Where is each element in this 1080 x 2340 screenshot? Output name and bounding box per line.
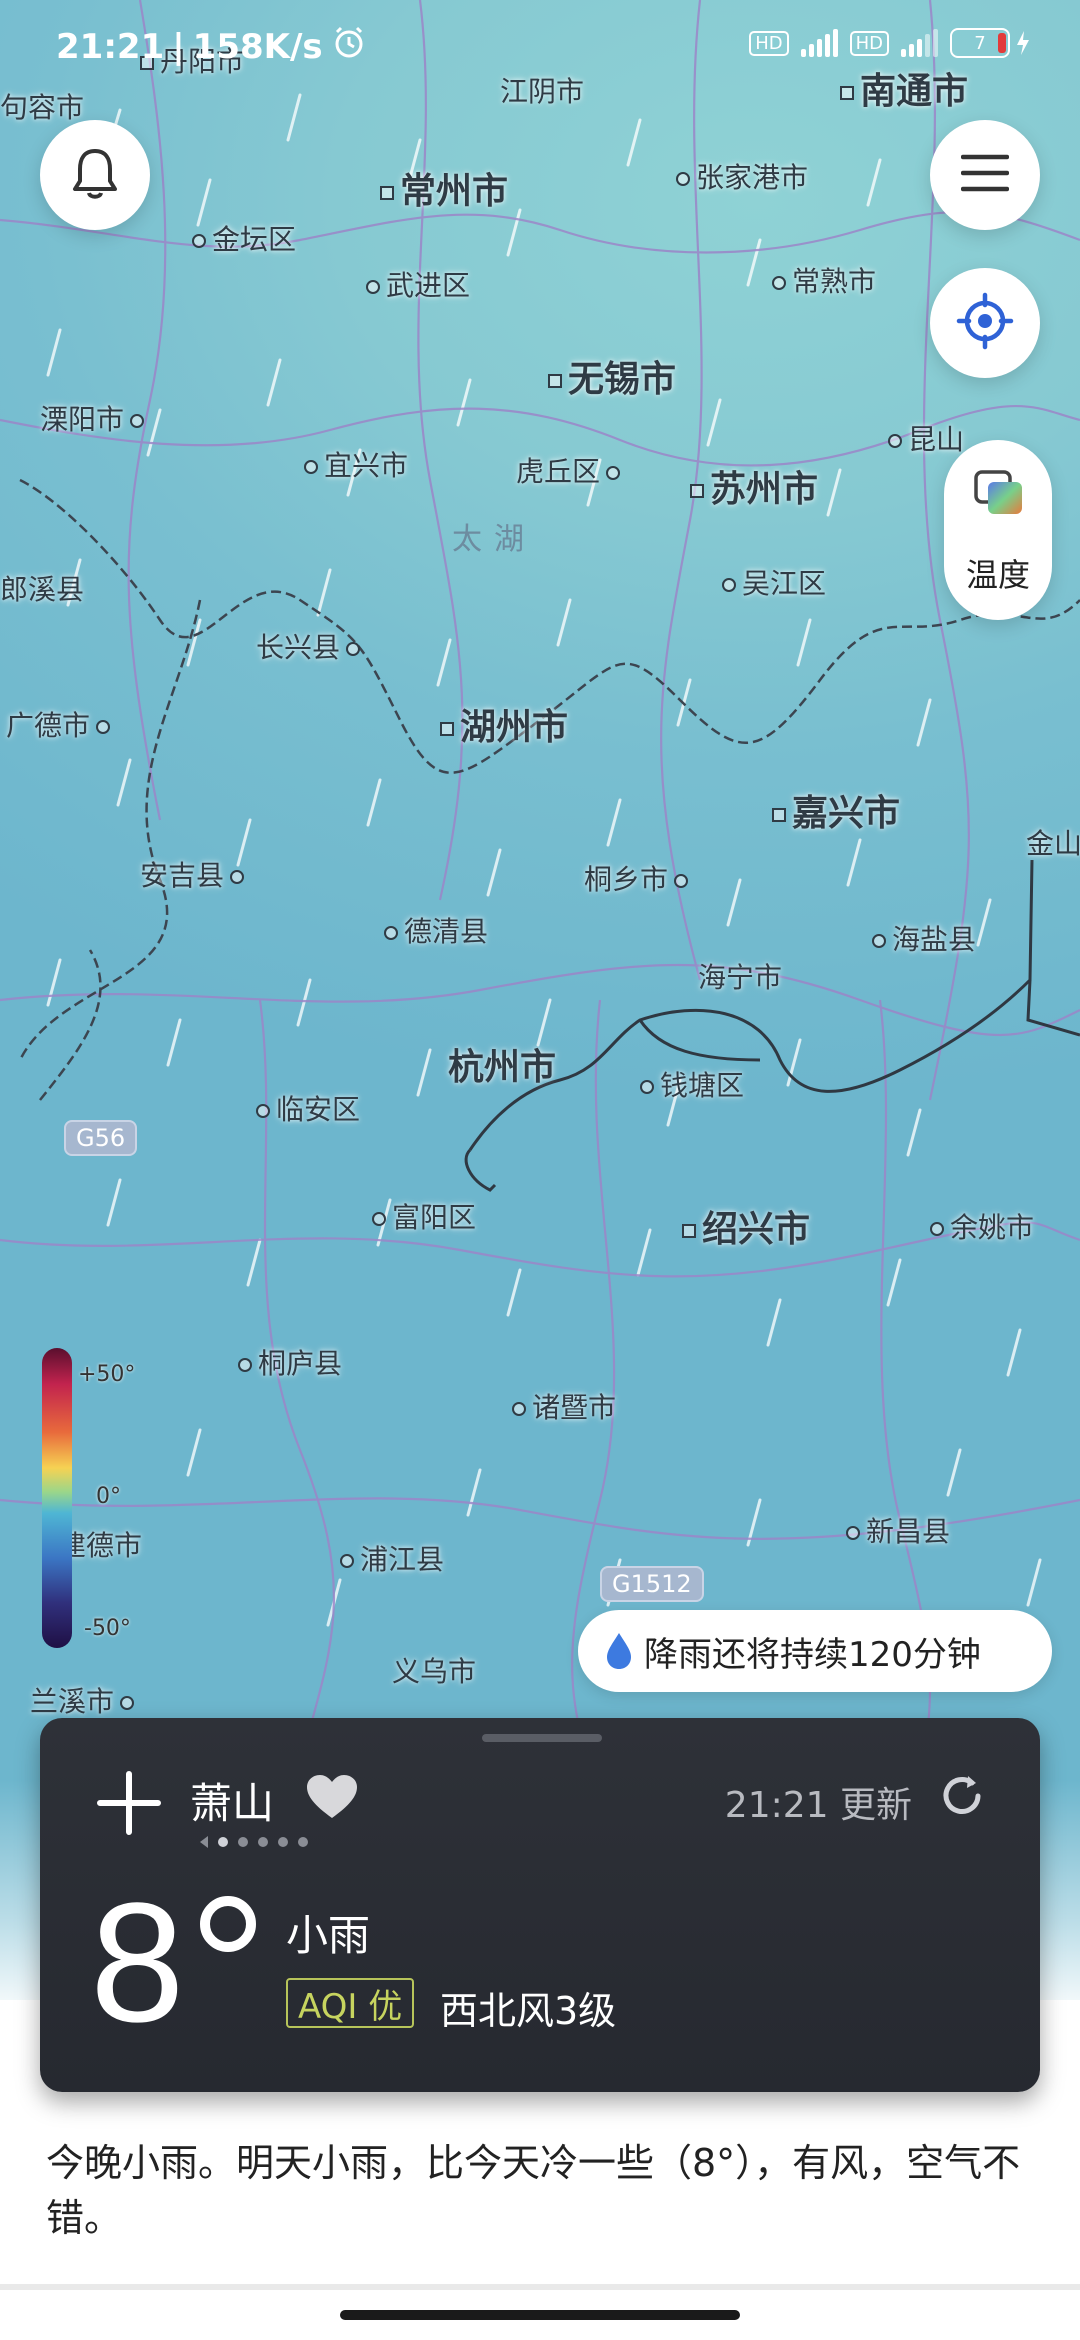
road-badge: G1512 <box>600 1566 704 1602</box>
weather-map[interactable]: 丹阳市 江阴市 南通市 句容市 常州市 张家港市 金坛区 武进区 常熟市 无锡市… <box>0 0 1080 2000</box>
place-label: 新昌县 <box>846 1510 950 1550</box>
layer-label: 温度 <box>965 556 1030 594</box>
place-label: 海盐县 <box>872 918 976 958</box>
place-label: 义乌市 <box>392 1655 477 1688</box>
aqi-badge[interactable]: AQI 优 <box>286 1978 415 2028</box>
hd-icon: HD <box>749 30 789 56</box>
city-name: 萧山 <box>190 1779 275 1828</box>
status-speed: 158K/s <box>192 26 323 67</box>
locate-button[interactable] <box>930 268 1040 378</box>
alarm-icon <box>331 24 367 69</box>
favorite-heart-icon[interactable] <box>304 1772 360 1822</box>
current-temperature: 8 <box>90 1868 185 2058</box>
status-time: 21:21 <box>56 26 165 67</box>
place-label: 诸暨市 <box>512 1386 616 1426</box>
weather-condition: 小雨 <box>286 1911 371 1960</box>
legend-min: -50° <box>84 1616 131 1641</box>
place-label: 绍兴市 <box>682 1200 810 1252</box>
map-lines <box>0 0 1080 1861</box>
place-label: 虎丘区 <box>516 450 621 490</box>
place-label: 金山 <box>1026 827 1080 860</box>
hd-icon: HD <box>849 30 889 56</box>
temperature-legend-bar <box>42 1348 72 1648</box>
place-label: 临安区 <box>256 1088 360 1128</box>
status-bar: 21:21 | 158K/s HD HD 7 <box>0 0 1080 90</box>
divider <box>0 2284 1080 2290</box>
province-boundary <box>18 478 1080 1101</box>
place-label: 张家港市 <box>676 156 808 196</box>
weather-app: 丹阳市 江阴市 南通市 句容市 常州市 张家港市 金坛区 武进区 常熟市 无锡市… <box>0 0 1080 2340</box>
place-label: 兰溪市 <box>30 1680 135 1720</box>
status-separator: | <box>172 26 185 67</box>
road-badge: G56 <box>64 1120 138 1156</box>
degree-symbol <box>200 1896 256 1952</box>
menu-button[interactable] <box>930 120 1040 230</box>
update-time: 21:21 更新 <box>724 1785 912 1826</box>
place-label: 桐乡市 <box>584 858 689 898</box>
place-label: 溧阳市 <box>40 398 145 438</box>
menu-icon <box>960 153 1010 197</box>
bell-icon <box>70 145 120 205</box>
forecast-summary: 今晚小雨。明天小雨，比今天冷一些（8°），有风，空气不错。 <box>46 2141 1021 2241</box>
place-label: 昆山 <box>888 418 964 458</box>
layer-toggle-button[interactable]: 温度 <box>944 440 1052 620</box>
place-label: 安吉县 <box>140 854 245 894</box>
place-label: 嘉兴市 <box>772 784 900 836</box>
locate-icon <box>955 291 1015 355</box>
place-label: 常熟市 <box>772 260 876 300</box>
lake-label: 太湖 <box>452 522 536 557</box>
place-label: 句容市 <box>0 91 85 124</box>
place-label: 杭州市 <box>448 1047 557 1088</box>
place-label: 宜兴市 <box>304 444 408 484</box>
place-label: 长兴县 <box>256 626 361 666</box>
place-label: 富阳区 <box>372 1196 476 1236</box>
add-city-icon[interactable] <box>94 1768 164 1838</box>
place-label: 海宁市 <box>698 961 783 994</box>
refresh-icon[interactable] <box>934 1768 990 1824</box>
place-label: 钱塘区 <box>640 1064 744 1104</box>
rain-duration-text: 降雨还将持续120分钟 <box>644 1634 981 1675</box>
legend-max: +50° <box>78 1362 136 1387</box>
place-label: 广德市 <box>6 704 111 744</box>
layers-icon <box>972 468 1026 522</box>
city-page-indicator <box>200 1836 308 1848</box>
current-weather-card[interactable]: 萧山 21:21 更新 8 小雨 AQI 优 西北风3级 <box>40 1718 1040 2092</box>
place-label: 苏州市 <box>690 460 818 512</box>
legend-mid: 0° <box>96 1484 121 1509</box>
place-label: 湖州市 <box>440 698 568 750</box>
place-label: 德清县 <box>384 910 488 950</box>
signal-icon <box>901 29 938 57</box>
place-label: 浦江县 <box>340 1538 444 1578</box>
place-label: 金坛区 <box>192 218 296 258</box>
place-label: 郎溪县 <box>0 573 85 606</box>
place-label: 桐庐县 <box>238 1342 342 1382</box>
rain-duration-pill[interactable]: 降雨还将持续120分钟 <box>578 1610 1052 1692</box>
place-label: 常州市 <box>380 162 508 214</box>
home-indicator[interactable] <box>340 2310 740 2320</box>
place-label: 武进区 <box>366 264 470 304</box>
notification-button[interactable] <box>40 120 150 230</box>
place-label: 余姚市 <box>930 1206 1034 1246</box>
raindrop-icon <box>604 1631 634 1671</box>
drag-handle[interactable] <box>482 1734 602 1742</box>
signal-icon <box>800 29 838 57</box>
battery-icon: 7 <box>950 28 1032 58</box>
wind-info: 西北风3级 <box>440 1989 617 2033</box>
place-label: 无锡市 <box>548 350 676 402</box>
place-label: 吴江区 <box>722 562 826 602</box>
